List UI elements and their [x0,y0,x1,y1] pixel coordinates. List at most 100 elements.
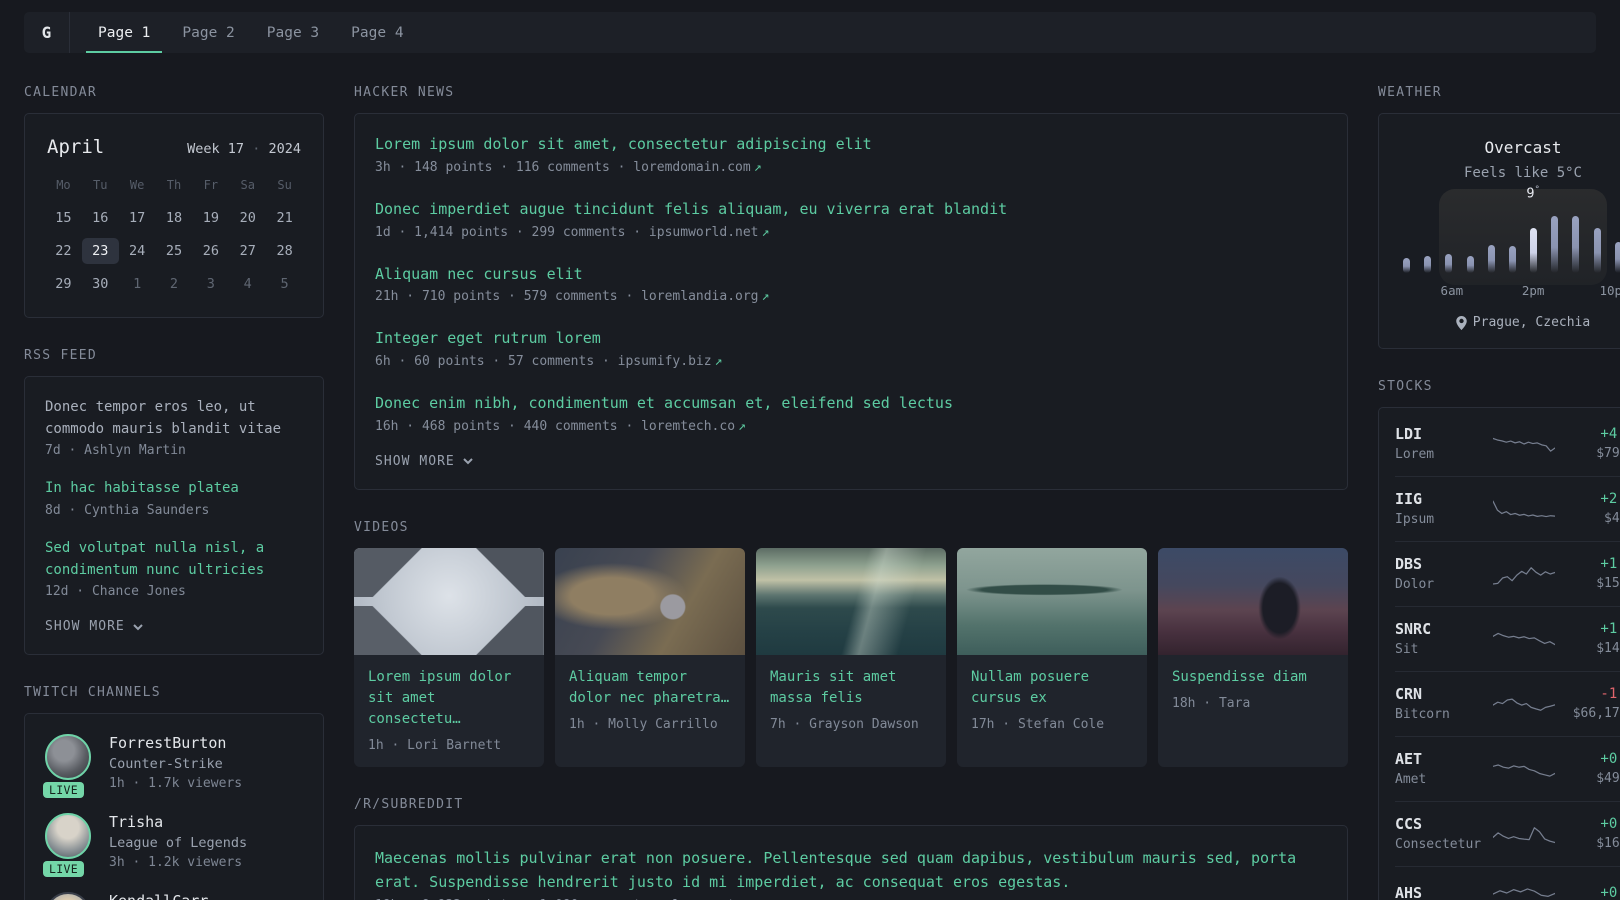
calendar-day[interactable]: 15 [45,205,82,231]
weather-bar[interactable] [1614,242,1620,273]
stock-symbol[interactable]: AHS [1395,884,1422,900]
calendar-day[interactable]: 1 [119,271,156,297]
twitch-channel-game: League of Legends [109,835,248,852]
avatar[interactable] [45,892,91,900]
calendar-day[interactable]: 27 [229,238,266,264]
calendar-day[interactable]: 26 [192,238,229,264]
weather-bar[interactable] [1487,245,1495,273]
twitch-channel-name[interactable]: Trisha [109,813,163,831]
external-link-icon[interactable]: ↗ [762,225,770,240]
calendar-card: April Week 17 · 2024 Mo Tu We Th Fr Sa Su 15 16 1… [24,113,324,318]
weather-bar[interactable] [1403,257,1410,273]
calendar-day[interactable]: 22 [45,238,82,264]
tab-page-4[interactable]: Page 4 [339,12,415,53]
weather-time-label: 2pm [1521,283,1545,298]
external-link-icon[interactable]: ↗ [738,419,746,434]
hackernews-item-title[interactable]: Donec imperdiet augue tincidunt felis al… [375,199,1327,221]
video-card: Nullam posuere cursus ex 17h · Stefan Col… [957,547,1147,767]
calendar-day[interactable]: 4 [229,271,266,297]
calendar-day-header: Su [277,178,292,192]
hackernews-item-title[interactable]: Aliquam nec cursus elit [375,264,1327,286]
calendar-day[interactable]: 3 [192,271,229,297]
video-title[interactable]: Mauris sit amet massa felis [770,667,932,709]
rss-item-title[interactable]: Donec tempor eros leo, ut commodo mauris… [45,397,303,440]
stock-symbol[interactable]: CCS [1395,815,1422,833]
weather-bar[interactable] [1593,228,1601,273]
external-link-icon[interactable]: ↗ [762,289,770,304]
subreddit-post-title[interactable]: Maecenas mollis pulvinar erat non posuer… [375,846,1327,894]
rss-item-title[interactable]: In hac habitasse platea [45,478,303,500]
weather-bar[interactable] [1445,254,1453,273]
calendar-day[interactable]: 20 [229,205,266,231]
weather-peak-temp: 9° [1526,185,1540,202]
hackernews-item-title[interactable]: Donec enim nibh, condimentum et accumsan… [375,393,1327,415]
video-title[interactable]: Nullam posuere cursus ex [971,667,1133,709]
calendar-day[interactable]: 19 [192,205,229,231]
stock-symbol[interactable]: AET [1395,750,1422,768]
video-thumbnail[interactable] [1158,547,1348,655]
weather-bar[interactable] [1572,215,1580,273]
stock-price: $499.72 [1596,771,1620,786]
stock-change: +0.46% [1600,885,1620,900]
twitch-channel-info: KendallCarr [109,892,208,900]
rss-card: Donec tempor eros leo, ut commodo mauris… [24,376,324,656]
stock-row: SNRC Sit +1.36% $148.64 [1395,606,1620,671]
tab-page-2[interactable]: Page 2 [170,12,246,53]
external-link-icon[interactable]: ↗ [754,160,762,175]
calendar-widget: CALENDAR April Week 17 · 2024 Mo Tu We Th Fr… [24,85,324,318]
calendar-day-selected[interactable]: 23 [81,238,119,264]
weather-location[interactable]: Prague, Czechia [1397,315,1620,330]
weather-bar[interactable] [1551,215,1559,273]
calendar-day[interactable]: 2 [156,271,193,297]
videos-widget: VIDEOS Lorem ipsum dolor sit amet consec… [354,520,1348,767]
weather-bar[interactable] [1466,255,1474,273]
tab-page-3[interactable]: Page 3 [255,12,331,53]
calendar-day[interactable]: 25 [156,238,193,264]
stocks-card: LDI Lorem +4.35% $795.18 IIG Ipsum +2.84% $42.0… [1378,407,1620,900]
stock-values: +0.46% [1565,885,1620,900]
stock-symbol[interactable]: LDI [1395,425,1422,443]
weather-condition: Overcast [1484,138,1562,157]
hackernews-item-title[interactable]: Integer eget rutrum lorem [375,328,1327,350]
calendar-day[interactable]: 16 [82,205,119,231]
video-title[interactable]: Suspendisse diam [1172,667,1334,688]
avatar[interactable] [45,734,91,781]
rss-item-title[interactable]: Sed volutpat nulla nisl, a condimentum n… [45,538,303,581]
app-logo[interactable]: G [24,12,70,53]
hackernews-item-title[interactable]: Lorem ipsum dolor sit amet, consectetur … [375,134,1327,156]
weather-bar[interactable] [1530,228,1538,273]
rss-item-meta: 8d · Cynthia Saunders [45,503,210,519]
video-thumbnail[interactable] [354,547,544,655]
calendar-day[interactable]: 30 [82,271,119,297]
calendar-day[interactable]: 18 [156,205,193,231]
hackernews-item-meta-text: 16h · 468 points · 440 comments · loremt… [375,418,736,434]
video-title[interactable]: Aliquam tempor dolor nec pharetra… [569,667,731,709]
calendar-day[interactable]: 17 [119,205,156,231]
stock-symbol[interactable]: SNRC [1395,620,1431,638]
stock-symbol[interactable]: DBS [1395,555,1422,573]
video-meta: 1h · Lori Barnett [368,737,502,753]
video-thumbnail[interactable] [756,547,946,655]
video-title[interactable]: Lorem ipsum dolor sit amet consectetu… [368,667,530,730]
twitch-channel-name[interactable]: KendallCarr [109,892,208,900]
avatar[interactable] [45,813,91,860]
rss-show-more-button[interactable]: SHOW MORE [45,619,303,634]
video-thumbnail[interactable] [957,547,1147,655]
weather-bar[interactable] [1508,245,1516,273]
weather-bar[interactable] [1424,256,1432,273]
external-link-icon[interactable]: ↗ [715,354,723,369]
twitch-channel-name[interactable]: ForrestBurton [109,734,226,752]
calendar-day[interactable]: 5 [266,271,303,297]
calendar-day[interactable]: 28 [266,238,303,264]
calendar-day[interactable]: 21 [266,205,303,231]
stock-symbol[interactable]: IIG [1395,490,1422,508]
stock-name: Ipsum [1395,512,1435,527]
weather-time-label: 6am [1440,283,1464,298]
stock-symbol[interactable]: CRN [1395,685,1422,703]
tab-page-1[interactable]: Page 1 [86,12,163,53]
hackernews-show-more-button[interactable]: SHOW MORE [375,454,1327,469]
calendar-day-header: Fr [203,178,219,192]
calendar-day[interactable]: 24 [119,238,156,264]
calendar-day[interactable]: 29 [45,271,82,297]
video-thumbnail[interactable] [555,547,745,655]
